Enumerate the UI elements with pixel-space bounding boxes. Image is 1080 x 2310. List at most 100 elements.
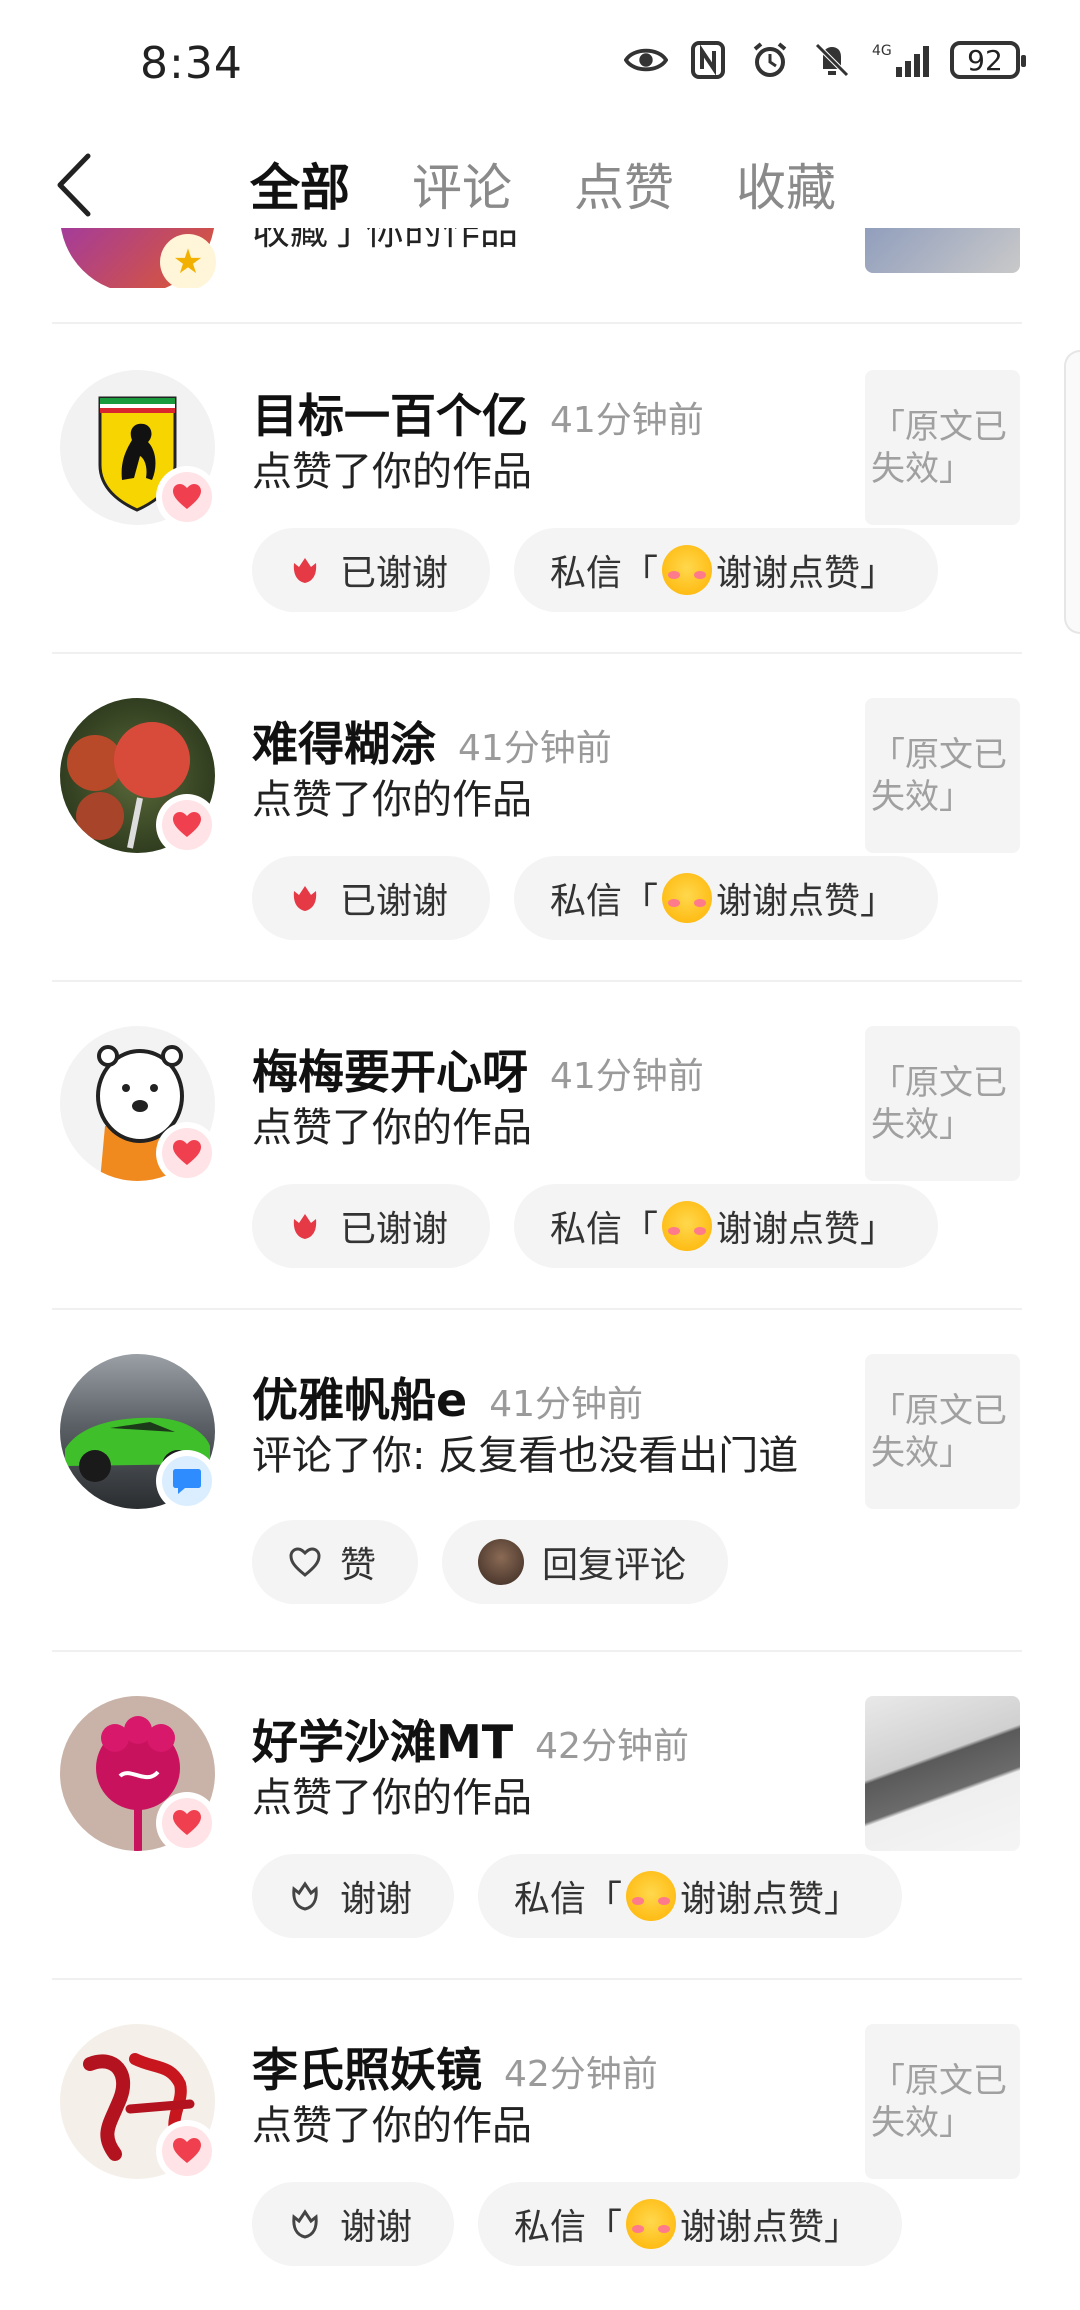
mute-icon xyxy=(810,38,854,82)
username[interactable]: 难得糊涂 xyxy=(252,717,436,771)
thank-button[interactable]: 谢谢 xyxy=(252,1854,455,1938)
notification-action: 收藏了你的作品 xyxy=(252,228,519,253)
post-thumbnail[interactable] xyxy=(865,228,1020,273)
reply-comment-button[interactable]: 回复评论 xyxy=(442,1520,729,1604)
dm-thanks-button[interactable]: 私信「 谢谢点赞」 xyxy=(478,1854,903,1938)
action-buttons: 谢谢 私信「 谢谢点赞」 xyxy=(252,2182,903,2266)
signal-icon: 4G xyxy=(872,38,932,82)
post-thumbnail-expired[interactable]: 「原文已失效」 xyxy=(865,1026,1020,1181)
dm-label: 私信「 xyxy=(550,881,659,922)
heart-outline-icon xyxy=(289,1547,321,1577)
thank-label: 谢谢 xyxy=(340,1879,413,1920)
post-thumbnail-expired[interactable]: 「原文已失效」 xyxy=(865,698,1020,853)
timestamp: 41分钟前 xyxy=(458,728,612,769)
flower-icon xyxy=(293,558,317,583)
thanked-button[interactable]: 已谢谢 xyxy=(252,1184,491,1268)
notification-item[interactable]: 优雅帆船e 41分钟前 评论了你: 反复看也没看出门道 「原文已失效」 赞 回复评… xyxy=(0,1314,1080,1644)
notification-action: 点赞了你的作品 xyxy=(252,1105,532,1151)
star-icon: ★ xyxy=(160,234,216,288)
post-thumbnail-expired[interactable]: 「原文已失效」 xyxy=(865,370,1020,525)
dm-label: 私信「 xyxy=(550,1209,659,1250)
thumbnail-text: 「原文已失效」 xyxy=(871,2060,1007,2143)
blush-emoji-icon xyxy=(662,873,713,923)
tab-likes[interactable]: 点赞 xyxy=(574,148,674,220)
notification-action: 点赞了你的作品 xyxy=(252,1775,532,1821)
username-row[interactable]: 优雅帆船e 41分钟前 xyxy=(252,1364,643,1430)
badge xyxy=(158,1452,216,1510)
thanked-label: 已谢谢 xyxy=(340,553,449,594)
heart-icon xyxy=(173,1810,201,1835)
dm-thanks-button[interactable]: 私信「 谢谢点赞」 xyxy=(514,1184,939,1268)
tab-all[interactable]: 全部 xyxy=(250,148,350,220)
username[interactable]: 好学沙滩MT xyxy=(252,1715,513,1769)
action-buttons: 已谢谢 私信「 谢谢点赞」 xyxy=(252,1184,939,1268)
status-icons: 4G 92 xyxy=(624,38,1026,82)
timestamp: 42分钟前 xyxy=(535,1726,689,1767)
notification-item[interactable]: 李氏照妖镜 42分钟前 点赞了你的作品 「原文已失效」 谢谢 私信「 谢谢点赞」 xyxy=(0,1984,1080,2304)
username[interactable]: 梅梅要开心呀 xyxy=(252,1045,528,1099)
divider xyxy=(52,1308,1022,1310)
reply-label: 回复评论 xyxy=(542,1545,687,1586)
chevron-left-icon xyxy=(57,153,91,217)
thanked-label: 已谢谢 xyxy=(340,1209,449,1250)
dm-label-tail: 谢谢点赞」 xyxy=(716,553,897,594)
notification-item[interactable]: 目标一百个亿 41分钟前 点赞了你的作品 「原文已失效」 已谢谢 私信「 谢谢点赞」 xyxy=(0,330,1080,656)
badge xyxy=(158,2122,216,2180)
dm-label: 私信「 xyxy=(514,2207,623,2248)
thanked-label: 已谢谢 xyxy=(340,881,449,922)
nfc-icon xyxy=(686,38,730,82)
dm-thanks-button[interactable]: 私信「 谢谢点赞」 xyxy=(478,2182,903,2266)
divider xyxy=(52,980,1022,982)
battery-level: 92 xyxy=(967,43,1003,77)
heart-icon xyxy=(173,484,201,509)
action-buttons: 已谢谢 私信「 谢谢点赞」 xyxy=(252,528,939,612)
flower-outline-icon xyxy=(292,2209,318,2239)
thanked-button[interactable]: 已谢谢 xyxy=(252,528,491,612)
heart-icon xyxy=(173,2138,201,2163)
divider xyxy=(52,1978,1022,1980)
blush-emoji-icon xyxy=(662,545,713,595)
bottom-edge xyxy=(0,2290,1080,2310)
dm-label-tail: 谢谢点赞」 xyxy=(680,2207,861,2248)
dm-thanks-button[interactable]: 私信「 谢谢点赞」 xyxy=(514,528,939,612)
thumbnail-text: 「原文已失效」 xyxy=(871,1390,1007,1473)
notification-item[interactable]: 好学沙滩MT 42分钟前 点赞了你的作品 谢谢 私信「 谢谢点赞」 xyxy=(0,1656,1080,1982)
back-button[interactable] xyxy=(50,150,110,220)
username-row[interactable]: 好学沙滩MT 42分钟前 xyxy=(252,1706,689,1772)
tab-bar: 全部 评论 点赞 收藏 xyxy=(250,148,836,220)
comment-icon xyxy=(173,1469,201,1494)
status-bar: 8:34 4G 92 xyxy=(0,0,1080,120)
username-row[interactable]: 梅梅要开心呀 41分钟前 xyxy=(252,1036,704,1102)
notification-item[interactable]: 梅梅要开心呀 41分钟前 点赞了你的作品 「原文已失效」 已谢谢 私信「 谢谢点赞」 xyxy=(0,986,1080,1312)
thumbnail-text: 「原文已失效」 xyxy=(871,734,1007,817)
comment-text: 评论了你: 反复看也没看出门道 xyxy=(252,1433,799,1479)
action-buttons: 已谢谢 私信「 谢谢点赞」 xyxy=(252,856,939,940)
like-label: 赞 xyxy=(340,1545,377,1586)
timestamp: 41分钟前 xyxy=(489,1384,644,1425)
username[interactable]: 目标一百个亿 xyxy=(252,389,528,443)
username[interactable]: 李氏照妖镜 xyxy=(252,2043,482,2097)
username-row[interactable]: 难得糊涂 41分钟前 xyxy=(252,708,612,774)
tab-comments[interactable]: 评论 xyxy=(412,148,512,220)
thumbnail-text: 「原文已失效」 xyxy=(871,406,1007,489)
thank-label: 谢谢 xyxy=(340,2207,413,2248)
flower-outline-icon xyxy=(292,1881,318,1911)
thumbnail-text: 「原文已失效」 xyxy=(871,1062,1007,1145)
username-row[interactable]: 目标一百个亿 41分钟前 xyxy=(252,380,704,446)
tab-favorites[interactable]: 收藏 xyxy=(736,148,836,220)
post-thumbnail-expired[interactable]: 「原文已失效」 xyxy=(865,1354,1020,1509)
notification-item[interactable]: 难得糊涂 41分钟前 点赞了你的作品 「原文已失效」 已谢谢 私信「 谢谢点赞」 xyxy=(0,658,1080,984)
dm-thanks-button[interactable]: 私信「 谢谢点赞」 xyxy=(514,856,939,940)
thanked-button[interactable]: 已谢谢 xyxy=(252,856,491,940)
dm-label-tail: 谢谢点赞」 xyxy=(716,881,897,922)
thank-button[interactable]: 谢谢 xyxy=(252,2182,455,2266)
eye-icon xyxy=(624,38,668,82)
post-thumbnail-expired[interactable]: 「原文已失效」 xyxy=(865,2024,1020,2179)
badge xyxy=(158,1124,216,1182)
notification-action: 点赞了你的作品 xyxy=(252,2103,532,2149)
post-thumbnail[interactable] xyxy=(865,1696,1020,1851)
like-comment-button[interactable]: 赞 xyxy=(252,1520,419,1604)
list-item-partial[interactable]: ★ 收藏了你的作品 xyxy=(0,228,1080,288)
username-row[interactable]: 李氏照妖镜 42分钟前 xyxy=(252,2034,658,2100)
username[interactable]: 优雅帆船e xyxy=(252,1373,467,1427)
